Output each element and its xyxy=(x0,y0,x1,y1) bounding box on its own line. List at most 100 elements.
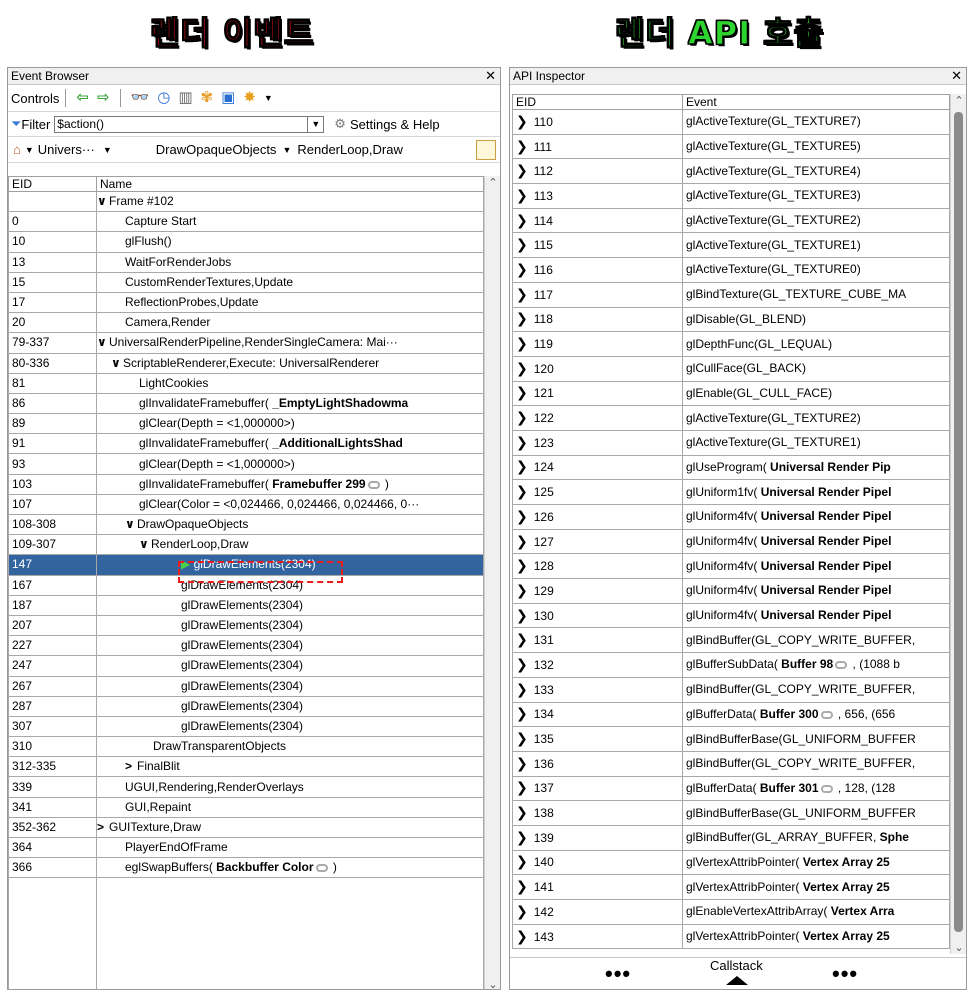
table-row[interactable]: ❯ 113 glActiveTexture(GL_TEXTURE3) xyxy=(512,183,950,209)
table-row[interactable]: 91 glInvalidateFramebuffer( _AdditionalLi… xyxy=(8,433,484,455)
expand-arrow-icon[interactable]: ❯ xyxy=(516,582,528,598)
table-row[interactable]: 20 Camera,Render xyxy=(8,312,484,334)
expand-arrow-icon[interactable]: ❯ xyxy=(516,483,528,499)
gear-icon[interactable]: ⚙ xyxy=(334,116,346,132)
table-row[interactable]: 81 LightCookies xyxy=(8,373,484,394)
edit-icon[interactable] xyxy=(476,140,496,160)
table-row[interactable]: ❯ 129 glUniform4fv( Universal Render Pipel xyxy=(512,578,950,604)
expand-arrow-icon[interactable]: ❯ xyxy=(516,829,528,845)
save-icon[interactable]: ▣ xyxy=(221,89,235,107)
table-row[interactable]: 312-335 > FinalBlit xyxy=(8,756,484,778)
table-row[interactable]: ❯ 130 glUniform4fv( Universal Render Pipel xyxy=(512,603,950,629)
table-row[interactable]: 207 glDrawElements(2304) xyxy=(8,615,484,637)
table-row[interactable]: ❯ 138 glBindBufferBase(GL_UNIFORM_BUFFER xyxy=(512,800,950,826)
callstack-label[interactable]: Callstack xyxy=(710,958,763,973)
resource-name[interactable]: Backbuffer Color xyxy=(216,860,313,874)
table-row[interactable]: 339 UGUI,Rendering,RenderOverlays xyxy=(8,776,484,798)
expand-arrow-icon[interactable]: ❯ xyxy=(516,286,528,302)
expand-arrow-icon[interactable]: ❯ xyxy=(516,113,528,129)
table-row[interactable]: ❯ 124 glUseProgram( Universal Render Pip xyxy=(512,455,950,481)
table-row[interactable]: ❯ 110 glActiveTexture(GL_TEXTURE7) xyxy=(512,109,950,135)
back-arrow-icon[interactable]: ⇦ xyxy=(76,89,89,107)
api-scrollbar[interactable]: ⌃ ⌄ xyxy=(950,94,966,954)
table-row[interactable]: ❯ 143 glVertexAttribPointer( Vertex Array … xyxy=(512,924,950,950)
expand-arrow-icon[interactable]: ❯ xyxy=(516,187,528,203)
expand-arrow-icon[interactable]: ❯ xyxy=(516,360,528,376)
expand-arrow-icon[interactable]: ❯ xyxy=(516,755,528,771)
colorize-icon[interactable]: ✾ xyxy=(201,89,214,107)
resource-name[interactable]: Universal Render Pipel xyxy=(757,509,892,523)
chevron-down-icon[interactable]: ▼ xyxy=(282,145,291,155)
table-row[interactable]: ❯ 118 glDisable(GL_BLEND) xyxy=(512,307,950,333)
table-row[interactable]: 287 glDrawElements(2304) xyxy=(8,696,484,717)
expand-arrow-icon[interactable]: ❯ xyxy=(516,261,528,277)
table-row[interactable]: 10 glFlush() xyxy=(8,231,484,253)
table-row[interactable]: ❯ 137 glBufferData( Buffer 301 , 128, (128 xyxy=(512,776,950,802)
resource-name[interactable]: Universal Render Pipel xyxy=(757,583,892,597)
column-header-event[interactable]: Event xyxy=(682,94,950,110)
table-row[interactable]: ❯ 132 glBufferSubData( Buffer 98 , (1088 b xyxy=(512,652,950,678)
table-row[interactable]: 352-362 > GUITexture,Draw xyxy=(8,817,484,839)
table-row[interactable]: ❯ 127 glUniform4fv( Universal Render Pipel xyxy=(512,529,950,555)
expand-arrow-icon[interactable]: ❯ xyxy=(516,335,528,351)
resource-name[interactable]: Sphe xyxy=(876,830,909,844)
table-row[interactable]: 79-337 ∨ UniversalRenderPipeline,RenderSin… xyxy=(8,332,484,354)
table-row[interactable]: ❯ 114 glActiveTexture(GL_TEXTURE2) xyxy=(512,208,950,234)
expand-arrow-icon[interactable]: ❯ xyxy=(516,779,528,795)
resource-name[interactable]: Universal Render Pipel xyxy=(757,485,892,499)
table-row[interactable]: 80-336 ∨ ScriptableRenderer,Execute: Unive… xyxy=(8,353,484,374)
link-icon[interactable] xyxy=(820,784,833,793)
table-row[interactable]: ❯ 125 glUniform1fv( Universal Render Pipel xyxy=(512,479,950,505)
table-row[interactable]: ❯ 131 glBindBuffer(GL_COPY_WRITE_BUFFER, xyxy=(512,627,950,654)
scroll-down-icon[interactable]: ⌄ xyxy=(485,978,500,989)
expand-arrow-icon[interactable]: ❯ xyxy=(516,533,528,549)
resource-name[interactable]: _EmptyLightShadowma xyxy=(272,396,408,410)
chevron-right-icon[interactable]: > xyxy=(125,757,137,776)
home-icon[interactable]: ⌂ xyxy=(13,142,21,157)
link-icon[interactable] xyxy=(367,480,380,489)
table-row[interactable]: 108-308 ∨ DrawOpaqueObjects xyxy=(8,514,484,536)
expand-arrow-icon[interactable]: ❯ xyxy=(516,236,528,252)
table-row[interactable]: 366 eglSwapBuffers( Backbuffer Color ) xyxy=(8,857,484,879)
link-icon[interactable] xyxy=(820,710,833,719)
table-row[interactable]: ❯ 115 glActiveTexture(GL_TEXTURE1) xyxy=(512,232,950,259)
expand-arrow-icon[interactable]: ❯ xyxy=(516,384,528,400)
table-row[interactable]: ❯ 121 glEnable(GL_CULL_FACE) xyxy=(512,381,950,407)
chevron-down-icon[interactable]: ▼ xyxy=(103,145,112,155)
resource-name[interactable]: Vertex Array 25 xyxy=(799,855,890,869)
chevron-down-icon[interactable]: ∨ xyxy=(125,515,137,534)
resource-name[interactable]: Universal Render Pipel xyxy=(757,559,892,573)
breadcrumb-item-renderloop[interactable]: RenderLoop,Draw xyxy=(297,142,403,157)
forward-arrow-icon[interactable]: ⇨ xyxy=(97,89,110,107)
scroll-down-icon[interactable]: ⌄ xyxy=(951,941,966,954)
table-row[interactable]: 13 WaitForRenderJobs xyxy=(8,252,484,273)
resource-name[interactable]: Universal Render Pipel xyxy=(757,608,892,622)
expand-arrow-icon[interactable]: ❯ xyxy=(516,458,528,474)
breadcrumb-item-drawopaque[interactable]: DrawOpaqueObjects xyxy=(156,142,277,157)
resource-name[interactable]: Vertex Array 25 xyxy=(799,929,890,943)
expand-arrow-icon[interactable]: ❯ xyxy=(516,557,528,573)
table-row[interactable]: 17 ReflectionProbes,Update xyxy=(8,292,484,314)
resource-name[interactable]: Universal Render Pip xyxy=(767,460,891,474)
table-row[interactable]: ❯ 123 glActiveTexture(GL_TEXTURE1) xyxy=(512,430,950,456)
expand-arrow-icon[interactable]: ❯ xyxy=(516,928,528,944)
table-row[interactable]: 103 glInvalidateFramebuffer( Framebuffer … xyxy=(8,474,484,495)
stats-icon[interactable]: ▥ xyxy=(178,89,192,107)
scroll-thumb[interactable] xyxy=(954,112,963,932)
table-row[interactable]: 227 glDrawElements(2304) xyxy=(8,635,484,657)
table-row[interactable]: 307 glDrawElements(2304) xyxy=(8,716,484,738)
table-row[interactable]: 364 PlayerEndOfFrame xyxy=(8,837,484,859)
table-row[interactable]: 93 glClear(Depth = <1,000000>) xyxy=(8,453,484,475)
table-row[interactable]: ❯ 141 glVertexAttribPointer( Vertex Array … xyxy=(512,874,950,900)
expand-arrow-icon[interactable]: ❯ xyxy=(516,162,528,178)
table-row[interactable]: ∨ Frame #102 xyxy=(8,191,484,213)
expand-arrow-icon[interactable]: ❯ xyxy=(516,730,528,746)
table-row[interactable]: ❯ 133 glBindBuffer(GL_COPY_WRITE_BUFFER, xyxy=(512,677,950,703)
table-row[interactable]: 86 glInvalidateFramebuffer( _EmptyLightSh… xyxy=(8,393,484,415)
table-row[interactable]: ❯ 111 glActiveTexture(GL_TEXTURE5) xyxy=(512,134,950,160)
close-icon[interactable]: ✕ xyxy=(485,68,496,84)
find-icon[interactable]: 👓 xyxy=(131,89,150,107)
expand-arrow-icon[interactable]: ❯ xyxy=(516,681,528,697)
breadcrumb-item-universal[interactable]: Univers··· xyxy=(38,142,95,157)
table-row[interactable]: 187 glDrawElements(2304) xyxy=(8,595,484,616)
